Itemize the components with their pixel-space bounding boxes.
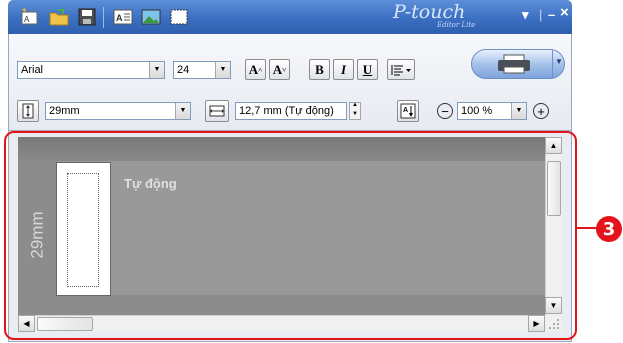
text-direction-button[interactable]: A <box>397 100 419 122</box>
highlight-outline <box>4 131 577 340</box>
logo-main-text: P-touch <box>393 1 466 23</box>
zoom-value: 100 % <box>461 105 493 117</box>
new-label-icon: A <box>21 8 38 25</box>
text-align-button[interactable] <box>387 59 415 80</box>
label-length-value: 12,7 mm (Tự động) <box>239 105 334 117</box>
property-toolbar: Arial ▼ 24 ▼ A ˄ A ˅ B I U ▼ 29mm ▼ 12,7 m… <box>8 34 572 130</box>
print-divider <box>552 50 553 78</box>
title-separator: | <box>539 7 543 22</box>
menu-dropdown-button[interactable]: ▾ <box>522 8 529 22</box>
spin-up-icon[interactable]: ▲ <box>352 102 358 108</box>
svg-text:A: A <box>403 107 408 114</box>
new-label-button[interactable]: A <box>18 7 40 27</box>
align-left-icon <box>391 64 411 75</box>
tape-width-button[interactable] <box>17 100 39 122</box>
down-caret-icon: ˅ <box>282 65 287 74</box>
floppy-disk-icon <box>78 8 96 26</box>
save-button[interactable] <box>76 7 98 27</box>
zoom-out-button[interactable]: − <box>437 103 453 119</box>
label-length-icon <box>209 105 225 117</box>
printer-icon <box>498 54 530 74</box>
callout-leader-line <box>577 227 597 229</box>
p-touch-logo: P-touch Editor Lite <box>393 1 493 31</box>
vertical-text-icon: A <box>400 103 416 119</box>
chevron-down-icon[interactable]: ▼ <box>149 62 164 78</box>
bold-button[interactable]: B <box>309 59 330 80</box>
chevron-down-icon[interactable]: ▼ <box>215 62 230 78</box>
font-name-combo[interactable]: Arial ▼ <box>17 61 165 79</box>
label-length-field[interactable]: 12,7 mm (Tự động) <box>235 102 347 120</box>
font-size-combo[interactable]: 24 ▼ <box>173 61 231 79</box>
toolbar-separator <box>103 7 104 28</box>
svg-text:A: A <box>24 15 30 24</box>
title-bar: A A P-touch Editor Lite ▾ | – × <box>8 0 572 34</box>
minimize-button[interactable]: – <box>548 8 555 22</box>
font-name-value: Arial <box>21 64 44 76</box>
open-button[interactable] <box>48 7 70 27</box>
callout-number-badge: 3 <box>596 216 622 242</box>
print-options-chevron-icon[interactable]: ▼ <box>555 57 563 66</box>
underline-button[interactable]: U <box>357 59 378 80</box>
chevron-down-icon[interactable]: ▼ <box>511 103 526 119</box>
up-caret-icon: ˄ <box>258 65 263 74</box>
label-length-button[interactable] <box>205 100 229 122</box>
chevron-down-icon[interactable]: ▼ <box>175 103 190 119</box>
picture-icon <box>141 9 161 25</box>
decrease-font-label: A <box>272 61 283 77</box>
zoom-combo[interactable]: 100 % ▼ <box>457 102 527 120</box>
insert-text-button[interactable]: A <box>112 7 134 27</box>
folder-icon <box>49 9 69 26</box>
insert-image-button[interactable] <box>140 7 162 27</box>
font-size-value: 24 <box>177 64 190 76</box>
spin-down-icon[interactable]: ▼ <box>352 111 358 117</box>
increase-font-size-button[interactable]: A ˄ <box>245 59 266 80</box>
text-box-icon: A <box>113 9 133 25</box>
zoom-in-button[interactable]: + <box>533 103 549 119</box>
print-button[interactable]: ▼ <box>471 49 565 79</box>
close-button[interactable]: × <box>560 5 569 20</box>
increase-font-label: A <box>248 61 259 77</box>
tape-width-combo[interactable]: 29mm ▼ <box>45 102 191 120</box>
decrease-font-size-button[interactable]: A ˅ <box>269 59 290 80</box>
logo-sub-text: Editor Lite <box>437 21 476 29</box>
tape-width-value: 29mm <box>49 105 80 117</box>
italic-button[interactable]: I <box>333 59 354 80</box>
svg-text:A: A <box>116 13 123 23</box>
insert-frame-button[interactable] <box>168 7 190 27</box>
label-length-spinner[interactable]: ▲ ▼ <box>349 102 361 120</box>
tape-width-icon <box>22 103 34 119</box>
frame-icon <box>170 9 188 25</box>
